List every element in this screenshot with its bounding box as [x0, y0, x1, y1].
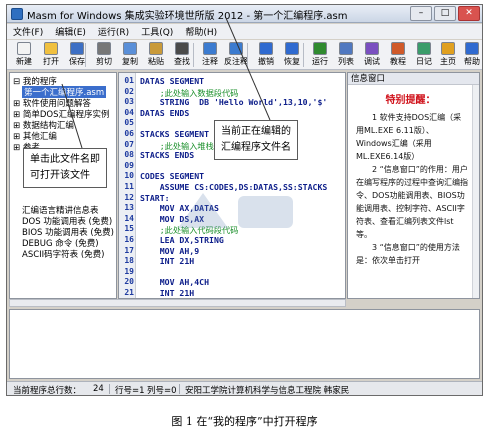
callout-line: 可打开该文件 [30, 170, 90, 181]
callout-line: 当前正在编辑的 [221, 126, 291, 137]
callout-open-file: 单击此文件名即 可打开该文件 [23, 148, 107, 188]
callout-line: 汇编程序文件名 [221, 142, 291, 153]
figure-caption: 图 1 在“我的程序”中打开程序 [171, 415, 318, 428]
callout-lines [61, 17, 271, 149]
callout-current-file: 当前正在编辑的 汇编程序文件名 [214, 120, 298, 160]
callout-line: 单击此文件名即 [30, 154, 100, 165]
